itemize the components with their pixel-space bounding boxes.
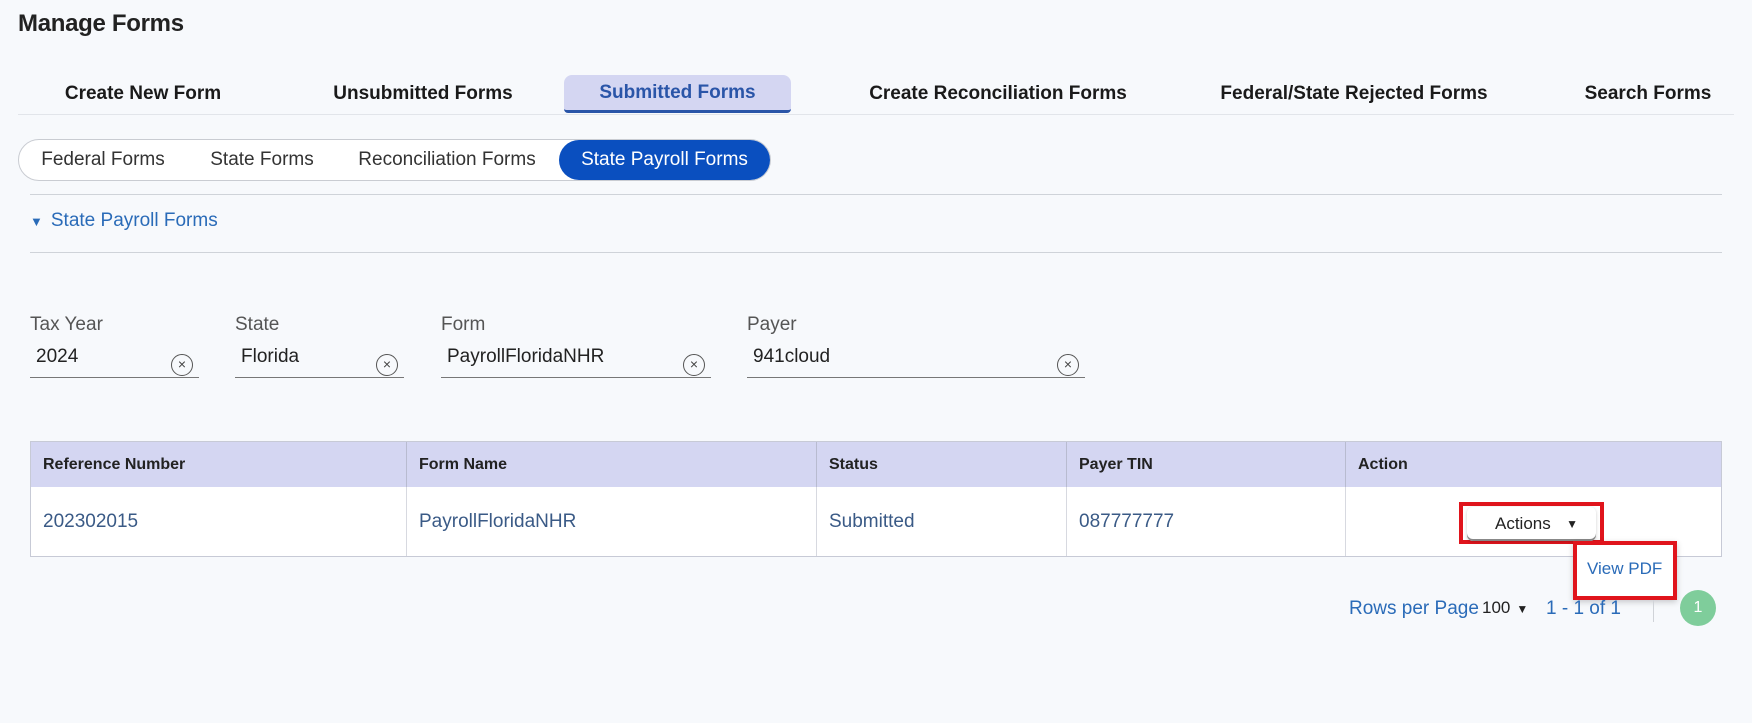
subtab-state-forms[interactable]: State Forms	[187, 140, 337, 180]
table-header-row: Reference Number Form Name Status Payer …	[31, 442, 1721, 487]
caret-down-icon: ▼	[30, 213, 43, 229]
divider	[30, 194, 1722, 195]
pagination-range: 1 - 1 of 1	[1546, 598, 1621, 619]
tab-create-reconciliation-forms[interactable]: Create Reconciliation Forms	[835, 75, 1161, 113]
reference-number-cell: 202302015	[31, 487, 407, 556]
actions-label: Actions	[1495, 514, 1551, 533]
rows-per-page-select[interactable]: 100 ▼	[1482, 598, 1528, 618]
column-header-form-name[interactable]: Form Name	[407, 442, 817, 487]
form-field: Form PayrollFloridaNHR ×	[441, 314, 711, 378]
clear-icon[interactable]: ×	[171, 354, 193, 376]
column-header-status[interactable]: Status	[817, 442, 1067, 487]
actions-button[interactable]: Actions ▼	[1467, 507, 1596, 541]
tab-unsubmitted-forms[interactable]: Unsubmitted Forms	[288, 75, 558, 113]
status-cell: Submitted	[817, 487, 1067, 556]
actions-menu: View PDF	[1573, 541, 1677, 600]
chevron-down-icon: ▼	[1516, 602, 1529, 616]
column-header-payer-tin[interactable]: Payer TIN	[1067, 442, 1346, 487]
tab-submitted-forms[interactable]: Submitted Forms	[564, 75, 791, 113]
payer-label: Payer	[747, 314, 797, 335]
chevron-down-icon: ▼	[1566, 517, 1578, 531]
tab-search-forms[interactable]: Search Forms	[1553, 75, 1743, 113]
page-button-1[interactable]: 1	[1680, 590, 1716, 626]
rows-per-page-value: 100	[1482, 598, 1511, 617]
form-input[interactable]: PayrollFloridaNHR ×	[441, 344, 711, 378]
clear-icon[interactable]: ×	[376, 354, 398, 376]
section-toggle-state-payroll-forms[interactable]: ▼ State Payroll Forms	[30, 210, 218, 232]
form-label: Form	[441, 314, 486, 335]
page-title: Manage Forms	[18, 10, 184, 37]
payer-value: 941cloud	[753, 346, 831, 367]
tab-federal-state-rejected-forms[interactable]: Federal/State Rejected Forms	[1190, 75, 1518, 113]
payer-tin-cell: 087777777	[1067, 487, 1346, 556]
subtab-state-payroll-forms[interactable]: State Payroll Forms	[559, 140, 770, 180]
divider	[1653, 600, 1654, 622]
tax-year-label: Tax Year	[30, 314, 103, 335]
actions-highlight: Actions ▼	[1459, 502, 1604, 544]
state-field: State Florida ×	[235, 314, 404, 378]
main-tabs: Create New Form Unsubmitted Forms Submit…	[18, 75, 1734, 115]
clear-icon[interactable]: ×	[1057, 354, 1079, 376]
menu-item-view-pdf[interactable]: View PDF	[1587, 559, 1662, 579]
tax-year-value: 2024	[36, 346, 79, 367]
payer-field: Payer 941cloud ×	[747, 314, 1085, 378]
column-header-reference-number[interactable]: Reference Number	[31, 442, 407, 487]
tax-year-input[interactable]: 2024 ×	[30, 344, 199, 378]
tab-create-new-form[interactable]: Create New Form	[18, 75, 268, 113]
form-name-cell: PayrollFloridaNHR	[407, 487, 817, 556]
rows-per-page-label: Rows per Page	[1349, 598, 1479, 619]
state-input[interactable]: Florida ×	[235, 344, 404, 378]
section-label: State Payroll Forms	[50, 210, 218, 231]
clear-icon[interactable]: ×	[683, 354, 705, 376]
payer-input[interactable]: 941cloud ×	[747, 344, 1085, 378]
subtab-reconciliation-forms[interactable]: Reconciliation Forms	[337, 140, 557, 180]
tax-year-field: Tax Year 2024 ×	[30, 314, 199, 378]
divider	[30, 252, 1722, 253]
sub-tabs: Federal Forms State Forms Reconciliation…	[18, 139, 771, 181]
state-label: State	[235, 314, 280, 335]
form-value: PayrollFloridaNHR	[447, 346, 605, 367]
subtab-federal-forms[interactable]: Federal Forms	[19, 140, 187, 180]
state-value: Florida	[241, 346, 300, 367]
column-header-action: Action	[1358, 456, 1408, 473]
